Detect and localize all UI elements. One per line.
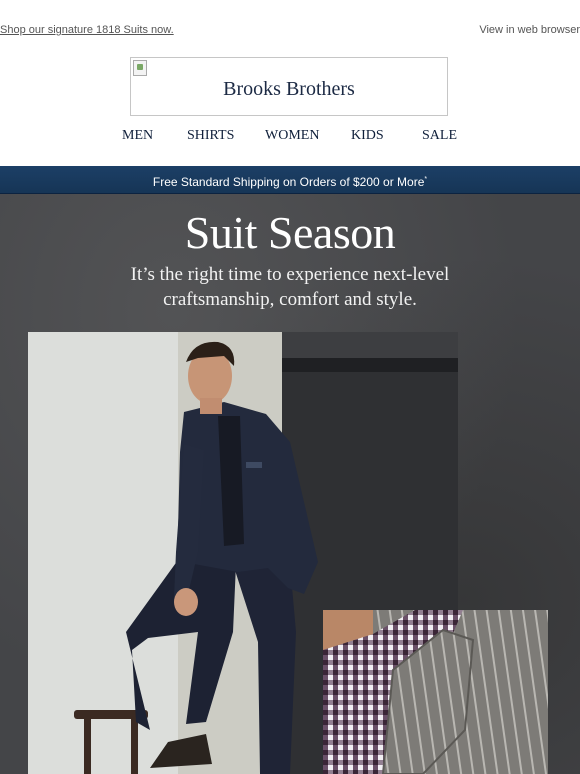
suit-detail-photo[interactable] xyxy=(323,610,548,774)
hero-subtitle: It’s the right time to experience next-l… xyxy=(130,264,450,310)
shipping-text: Free Standard Shipping on Orders of $200… xyxy=(152,175,425,189)
nav-item-kids[interactable]: KIDS xyxy=(351,128,384,144)
shipping-footnote: * xyxy=(424,176,428,183)
hero-title: Suit Season xyxy=(184,207,396,258)
main-navigation: MEN SHIRTS WOMEN KIDS SALE xyxy=(0,128,580,148)
nav-item-sale[interactable]: SALE xyxy=(422,128,457,144)
nav-item-women[interactable]: WOMEN xyxy=(265,128,319,144)
broken-image-icon xyxy=(133,60,147,76)
fabric-detail-illustration xyxy=(323,610,548,774)
nav-item-shirts[interactable]: SHIRTS xyxy=(187,128,234,144)
hero-section: Suit Season It’s the right time to exper… xyxy=(0,194,580,774)
shop-suits-link[interactable]: Shop our signature 1818 Suits now. xyxy=(0,24,174,36)
preheader: Shop our signature 1818 Suits now. View … xyxy=(0,0,580,52)
view-in-browser-link[interactable]: View in web browser xyxy=(479,24,580,36)
logo-alt-text: Brooks Brothers xyxy=(223,78,355,100)
nav-item-men[interactable]: MEN xyxy=(122,128,153,144)
brand-logo[interactable]: Brooks Brothers xyxy=(130,57,448,116)
shipping-banner[interactable]: Free Standard Shipping on Orders of $200… xyxy=(0,166,580,194)
